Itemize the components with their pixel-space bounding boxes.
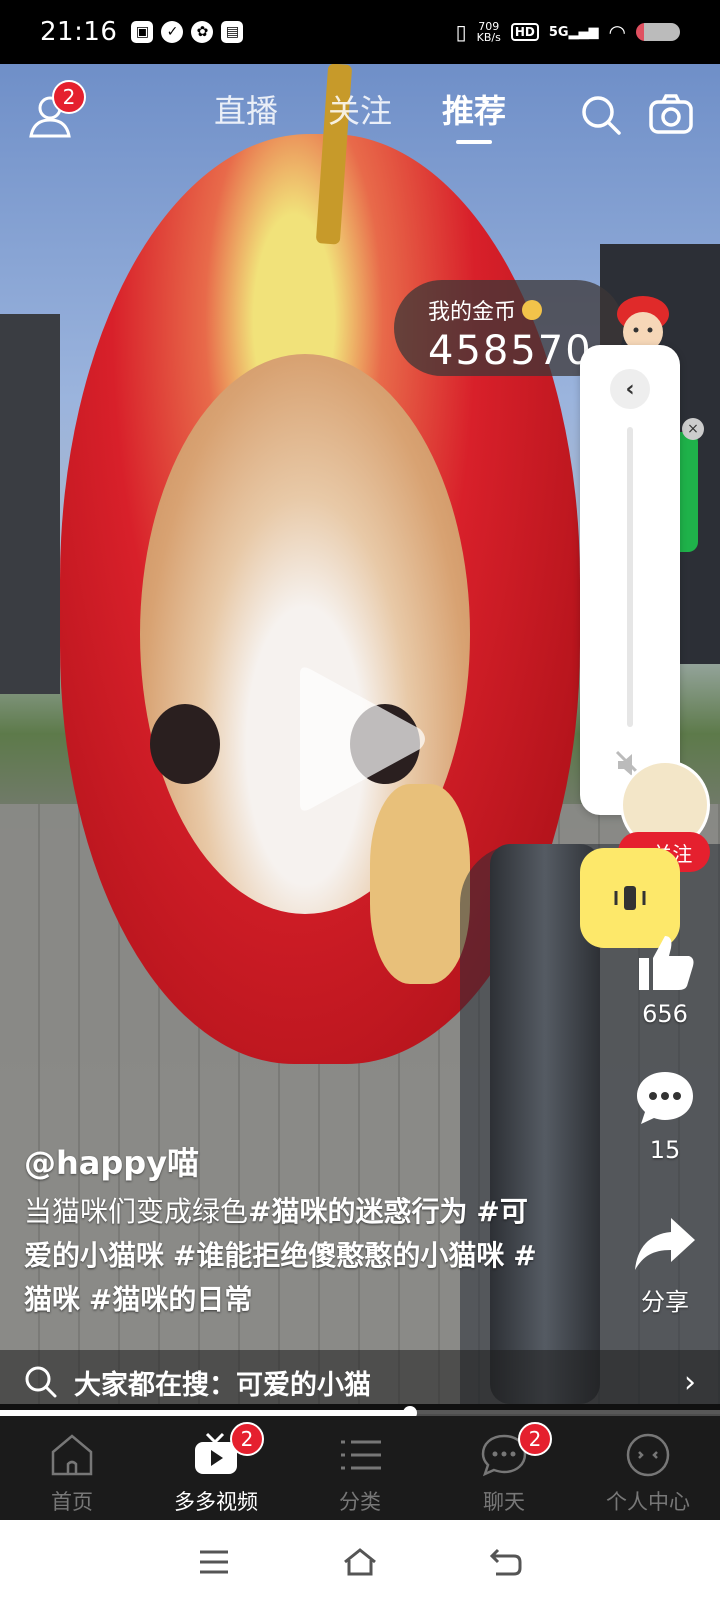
bus-notification-icon: ▤ [221,21,244,43]
list-icon [341,1440,381,1470]
notification-icons: ▣ ✓ ✿ ▤ [131,21,244,43]
comment-action[interactable]: 15 [620,1066,710,1164]
share-icon [635,1218,695,1270]
home-icon [51,1434,93,1476]
tab-live[interactable]: 直播 [214,86,278,144]
top-nav: 2 直播 关注 推荐 [0,64,720,164]
nav-category[interactable]: 分类 [288,1416,432,1520]
like-action[interactable]: 656 [620,930,710,1028]
check-notification-icon: ✓ [161,21,184,43]
netspeed-unit: KB/s [476,31,501,44]
profile-face-icon [626,1433,670,1477]
comment-count: 15 [649,1136,681,1164]
volume-slider[interactable] [627,427,633,727]
close-icon[interactable]: × [682,418,704,440]
chevron-right-icon: › [684,1364,696,1400]
nav-profile-label: 个人中心 [606,1490,690,1514]
coin-icon [522,300,543,320]
status-bar: 21:16 ▣ ✓ ✿ ▤ ▯ 709 KB/s HD 5G▂▄▆ ◠ [0,0,720,64]
nav-chat[interactable]: 2 聊天 [432,1416,576,1520]
hashtag[interactable]: #谁能拒绝傻憨憨的小猫咪 [173,1239,504,1272]
status-time: 21:16 [40,17,118,47]
nav-videos-badge: 2 [230,1422,264,1456]
vibrate-icon: ▯ [455,20,467,44]
home-icon[interactable] [342,1544,378,1580]
video-description: 当猫咪们变成绿色#猫咪的迷惑行为 #可爱的小猫咪 #谁能拒绝傻憨憨的小猫咪 #猫… [24,1190,544,1322]
thumbs-up-icon [639,936,694,990]
nav-chat-badge: 2 [518,1422,552,1456]
nav-videos-label: 多多视频 [174,1490,258,1514]
coins-label: 我的金币 [428,300,517,325]
share-action[interactable]: 分享 [620,1212,710,1317]
hashtag[interactable]: #猫咪的迷惑行为 [248,1195,467,1228]
comment-icon [637,1072,693,1124]
tab-recommend[interactable]: 推荐 [442,86,506,144]
battery-icon [636,23,680,41]
hd-icon: HD [510,23,539,41]
network-speed: 709 KB/s [477,21,501,43]
camera-icon[interactable] [648,92,694,138]
tab-following[interactable]: 关注 [328,86,392,144]
search-suggestion-text: 大家都在搜：可爱的小猫 [74,1369,371,1401]
cat-paw [370,784,470,984]
image-notification-icon: ▣ [131,21,154,43]
side-promo-tab[interactable] [680,432,698,552]
description-text: 当猫咪们变成绿色 [24,1195,249,1228]
chevron-left-icon[interactable]: ‹ [610,369,650,409]
coins-label-row: 我的金币 [428,294,624,326]
share-label: 分享 [641,1288,689,1316]
phone-vibrate-icon [614,886,646,910]
signal-icon: 5G▂▄▆ [548,24,599,40]
back-icon[interactable] [488,1544,524,1580]
flower-notification-icon: ✿ [191,21,214,43]
nav-chat-label: 聊天 [483,1490,525,1514]
nav-videos[interactable]: 2 多多视频 [144,1416,288,1520]
play-icon[interactable] [290,664,430,814]
wifi-icon: ◠ [608,20,626,44]
search-icon[interactable] [580,94,622,136]
author-name[interactable]: @happy喵 [24,1138,199,1184]
nav-home[interactable]: 首页 [0,1416,144,1520]
bottom-nav: 首页 2 多多视频 分类 2 聊天 个人中心 [0,1416,720,1520]
nav-profile[interactable]: 个人中心 [576,1416,720,1520]
search-suggestion-bar[interactable]: 大家都在搜：可爱的小猫 › [0,1350,720,1414]
cat-eye [150,704,220,784]
volume-panel: ‹ [580,345,680,815]
like-count: 656 [642,1000,688,1028]
background-building [0,314,60,694]
system-nav-bar [0,1520,720,1603]
search-icon [25,1366,57,1398]
hashtag[interactable]: #猫咪的日常 [89,1283,252,1316]
signal-label: 5G [548,24,569,40]
menu-icon[interactable] [196,1544,232,1580]
nav-home-label: 首页 [51,1490,93,1514]
nav-category-label: 分类 [339,1490,381,1514]
